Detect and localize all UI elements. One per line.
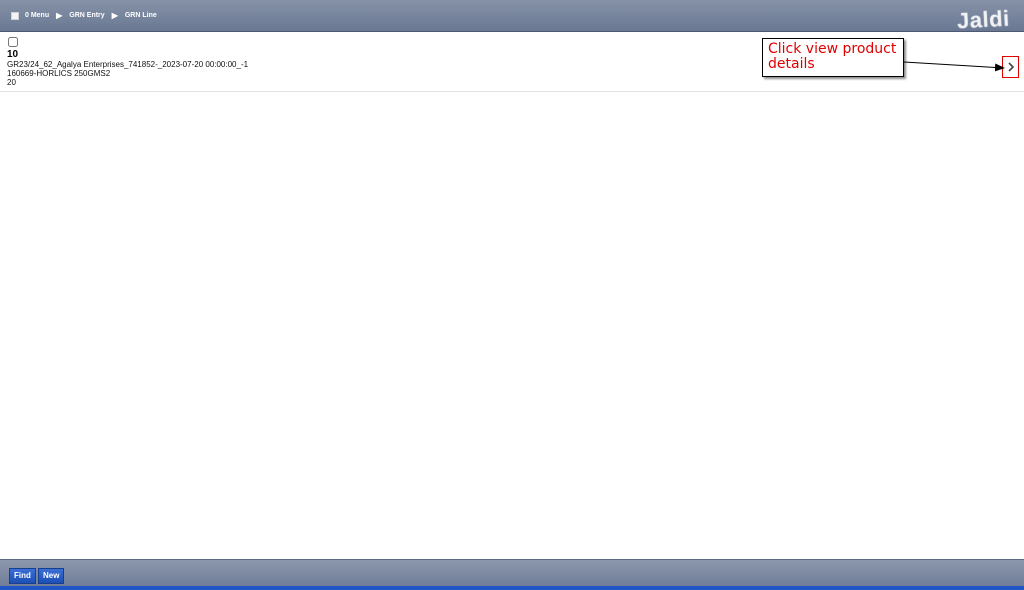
product-name: 160669-HORLICS 250GMS2 [7,69,111,78]
line-number: 10 [7,49,19,60]
triangle-right-icon: ▶ [56,11,63,20]
find-button[interactable]: Find [9,568,36,584]
breadcrumb: 0 Menu ▶ GRN Entry ▶ GRN Line [11,11,157,20]
bottom-accent-line [0,586,1024,590]
breadcrumb-grn-line: GRN Line [124,12,157,19]
quantity: 20 [7,78,16,87]
bottom-toolbar: Find New [0,559,1024,590]
top-toolbar: 0 Menu ▶ GRN Entry ▶ GRN Line Jaldi [0,0,1024,34]
grn-reference: GR23/24_62_Agalya Enterprises_741852-_20… [7,60,249,69]
annotation-callout: Click view product details [762,38,904,77]
breadcrumb-grn-entry[interactable]: GRN Entry [69,12,104,19]
menu-square-icon[interactable] [11,11,19,20]
triangle-right-icon: ▶ [111,11,118,20]
row-checkbox[interactable] [8,37,18,47]
jaldi-logo: Jaldi [956,5,1011,34]
new-button[interactable]: New [38,568,65,584]
view-details-button[interactable] [1002,56,1019,78]
breadcrumb-menu[interactable]: 0 Menu [25,12,49,19]
chevron-right-icon [1007,62,1014,72]
